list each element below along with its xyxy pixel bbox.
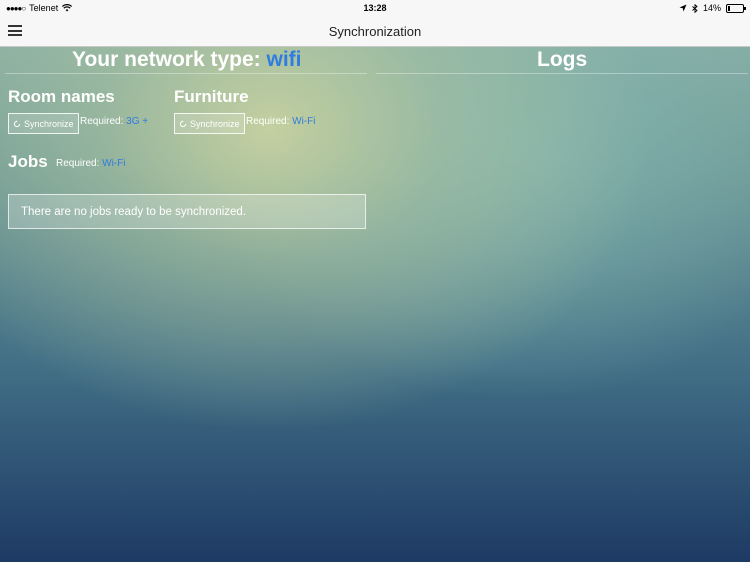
battery-fill (728, 5, 730, 11)
room-names-sync-button[interactable]: Synchronize (8, 113, 79, 134)
status-right: 14% (679, 3, 746, 13)
network-type-value: wifi (266, 48, 302, 71)
furniture-sync-label: Synchronize (190, 118, 240, 129)
battery-percent: 14% (702, 3, 721, 13)
furniture-required-label: Required: (246, 116, 290, 127)
right-divider (376, 73, 748, 74)
room-names-requirement: Required: 3G + (80, 116, 148, 127)
room-names-required-label: Required: (80, 116, 124, 127)
left-divider (5, 73, 367, 74)
furniture-sync-button[interactable]: Synchronize (174, 113, 245, 134)
furniture-title: Furniture (174, 87, 249, 106)
room-names-required-value: 3G + (126, 116, 149, 127)
jobs-required-value: Wi-Fi (102, 158, 126, 169)
battery-icon (726, 3, 746, 13)
refresh-icon (13, 119, 21, 127)
refresh-icon (179, 119, 187, 127)
furniture-requirement: Required: Wi-Fi (246, 116, 315, 127)
network-type-heading: Your network type: wifi (72, 48, 301, 72)
status-time: 13:28 (363, 3, 387, 13)
jobs-empty-message: There are no jobs ready to be synchroniz… (8, 194, 366, 229)
room-names-title: Room names (8, 87, 115, 106)
jobs-requirement: Required: Wi-Fi (56, 158, 125, 169)
room-names-sync-label: Synchronize (24, 118, 74, 129)
bluetooth-icon (692, 3, 698, 13)
jobs-required-label: Required: (56, 158, 100, 169)
logs-heading: Logs (537, 48, 588, 71)
jobs-title: Jobs (8, 152, 48, 171)
network-type-label: Your network type: (72, 48, 261, 71)
status-bar: ●●●●○ Telenet 13:28 14% (0, 0, 750, 16)
location-arrow-icon (679, 4, 687, 12)
page-title: Synchronization (328, 24, 422, 39)
furniture-required-value: Wi-Fi (292, 116, 316, 127)
navigation-bar: Synchronization (0, 16, 750, 47)
